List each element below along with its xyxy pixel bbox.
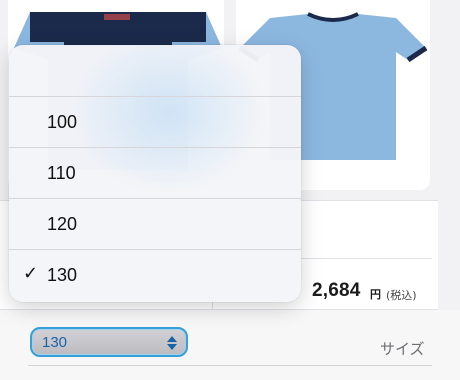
dropdown-option-130[interactable]: ✓ 130 <box>9 249 301 300</box>
option-label: 110 <box>47 163 76 183</box>
price-value: 2,684 <box>312 280 361 301</box>
checkmark-icon: ✓ <box>23 263 39 284</box>
dropdown-option-110[interactable]: 110 <box>9 147 301 198</box>
price-currency: 円 <box>370 288 381 301</box>
option-label: 100 <box>47 112 78 132</box>
price-tax-note: (税込) <box>386 289 417 302</box>
size-field-label: サイズ <box>380 340 425 358</box>
option-label: 130 <box>47 265 78 285</box>
dropdown-option-120[interactable]: 120 <box>9 198 301 249</box>
dropdown-blank-row <box>9 45 301 96</box>
size-select-value: 130 <box>42 334 68 351</box>
option-label: 120 <box>47 214 78 234</box>
form-divider <box>28 365 432 366</box>
dropdown-option-100[interactable]: 100 <box>9 96 301 147</box>
chevron-up-down-icon <box>167 336 177 350</box>
size-picker-dropdown: 100 110 120 ✓ 130 <box>9 45 301 302</box>
size-select[interactable]: 130 <box>30 327 188 357</box>
